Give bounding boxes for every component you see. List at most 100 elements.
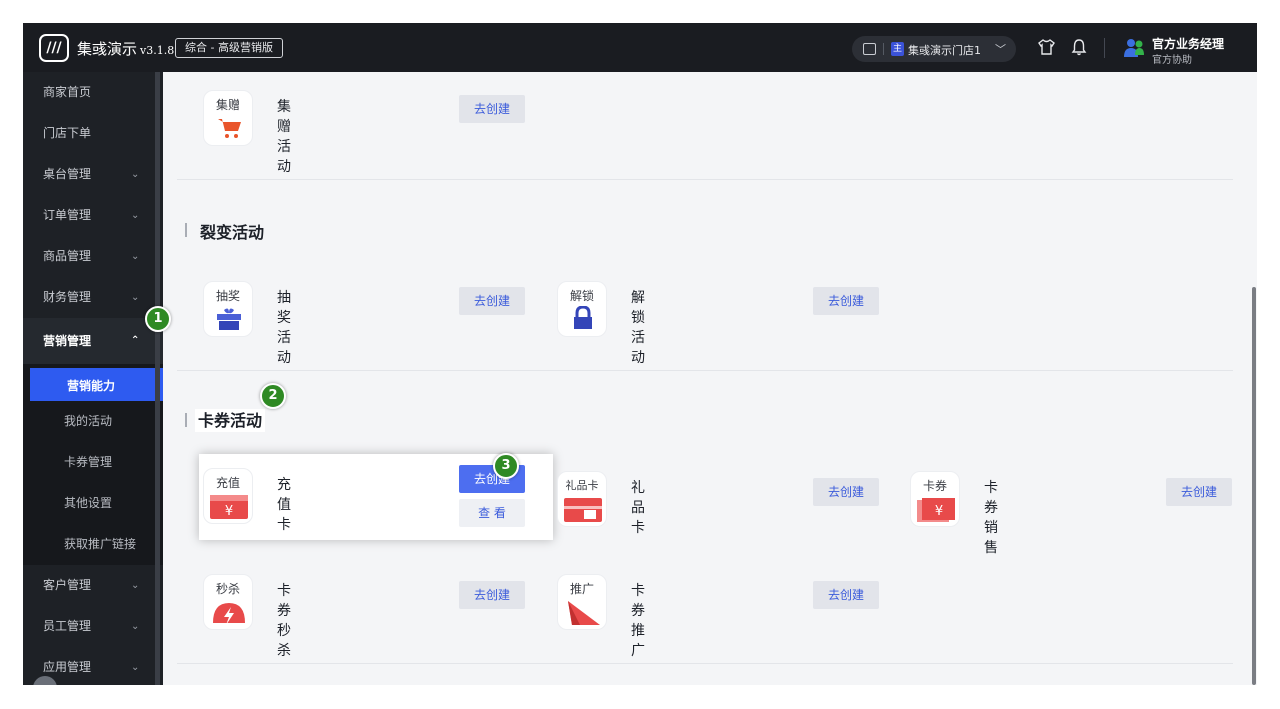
divider (177, 663, 1233, 664)
lightning-icon (213, 603, 245, 625)
sidebar-item-home[interactable]: 商家首页 (23, 72, 163, 113)
sidebar-item-label: 营销管理 (43, 334, 92, 348)
icon-label: 礼品卡 (565, 479, 599, 492)
store-name: 集彧演示门店1 (908, 44, 981, 57)
chevron-down-icon: ⌄ (131, 169, 140, 180)
card-name: 抽奖活动 (277, 290, 291, 366)
chevron-down-icon: ⌄ (131, 621, 140, 632)
main-scrollbar[interactable] (1252, 287, 1256, 685)
icon-label: 抽奖 (215, 289, 240, 303)
icon-label: 卡券 (922, 479, 947, 493)
sidebar-sub-label: 获取推广链接 (64, 537, 137, 551)
sidebar-item-label: 财务管理 (43, 290, 92, 304)
sidebar-item-tables[interactable]: 桌台管理 ⌄ (23, 154, 163, 195)
ticket-icon: ¥ (917, 498, 955, 522)
section-title-coupon: 卡券活动 (185, 407, 266, 432)
sidebar-sub-other-settings[interactable]: 其他设置 (23, 483, 163, 524)
divider (177, 179, 1233, 180)
card-name: 礼品卡 (631, 480, 645, 536)
store-icon (863, 43, 876, 55)
sidebar-sub-promo-link[interactable]: 获取推广链接 (23, 524, 163, 565)
gift-collect-icon: 集赠 (203, 90, 253, 146)
icon-label: 充值 (215, 476, 240, 490)
sidebar-item-label: 商家首页 (43, 85, 92, 99)
sidebar-scrollbar[interactable] (155, 72, 160, 685)
unlock-icon: 解锁 (557, 281, 607, 337)
step-marker-2: 2 (260, 383, 286, 409)
flash-sale-icon: 秒杀 (203, 574, 253, 630)
version-label: v3.1.8 (140, 44, 175, 57)
sidebar-item-label: 商品管理 (43, 249, 92, 263)
sidebar-item-finance[interactable]: 财务管理 ⌄ (23, 277, 163, 318)
chevron-down-icon: ⌄ (131, 662, 140, 673)
view-button[interactable]: 查 看 (459, 499, 525, 527)
user-name[interactable]: 官方业务经理 (1152, 35, 1224, 52)
plan-badge[interactable]: 综合 - 高级营销版 (175, 38, 283, 58)
icon-label: 集赠 (215, 98, 240, 112)
cart-icon (218, 119, 241, 138)
chevron-down-icon: ⌄ (131, 210, 140, 221)
icon-label: 秒杀 (215, 582, 240, 596)
create-button[interactable]: 去创建 (1166, 478, 1232, 506)
promo-icon: 推广 (557, 574, 607, 630)
chevron-down-icon: ﹀ (995, 43, 1006, 56)
store-divider (883, 43, 884, 55)
chevron-up-icon: ⌃ (131, 335, 140, 346)
create-button[interactable]: 去创建 (459, 287, 525, 315)
sidebar-item-label: 员工管理 (43, 619, 92, 633)
section-title-text: 卡券活动 (195, 409, 266, 432)
sidebar-item-label: 客户管理 (43, 578, 92, 592)
sidebar: 商家首页 门店下单 桌台管理 ⌄ 订单管理 ⌄ 商品管理 ⌄ 财务管理 ⌄ 营销管理 ⌃ … (23, 72, 163, 685)
svg-text:¥: ¥ (935, 504, 943, 519)
topbar-divider (1104, 38, 1105, 58)
divider (177, 370, 1233, 371)
sidebar-sub-coupon-manage[interactable]: 卡券管理 (23, 442, 163, 483)
sidebar-item-customers[interactable]: 客户管理 ⌄ (23, 565, 163, 606)
sidebar-item-products[interactable]: 商品管理 ⌄ (23, 236, 163, 277)
card-gift-icon (564, 498, 602, 522)
main-content: 集赠 集赠活动 去创建 裂变活动 抽奖 抽奖活动 去创建 解锁 解锁活动 去创建… (163, 72, 1257, 685)
brand-title: 集彧演示 (77, 40, 138, 58)
sidebar-sub-label: 卡券管理 (64, 455, 113, 469)
icon-label: 推广 (569, 582, 594, 596)
sidebar-item-label: 门店下单 (43, 126, 92, 140)
sidebar-item-staff[interactable]: 员工管理 ⌄ (23, 606, 163, 647)
brand-logo-icon: /// (39, 34, 69, 62)
top-bar: /// 集彧演示 v3.1.8 综合 - 高级营销版 主 集彧演示门店1 ﹀ 官方… (23, 23, 1257, 72)
card-name: 卡券秒杀 (277, 583, 291, 659)
create-button[interactable]: 去创建 (459, 581, 525, 609)
app-window: /// 集彧演示 v3.1.8 综合 - 高级营销版 主 集彧演示门店1 ﹀ 官方… (23, 23, 1257, 685)
sidebar-item-store-order[interactable]: 门店下单 (23, 113, 163, 154)
section-title-text: 裂变活动 (200, 223, 265, 242)
chevron-down-icon: ⌄ (131, 580, 140, 591)
coupon-sales-icon: 卡券 ¥ (910, 471, 960, 527)
shirt-icon[interactable] (1038, 39, 1055, 55)
card-name: 解锁活动 (631, 290, 645, 366)
user-group-icon (1124, 39, 1144, 57)
sidebar-item-label: 应用管理 (43, 660, 92, 674)
icon-label: 解锁 (569, 289, 594, 303)
recharge-card-icon: ¥ (210, 495, 248, 519)
recharge-icon: 充值 ¥ (203, 468, 253, 524)
sidebar-sub-marketing-ability[interactable]: 营销能力 (30, 368, 163, 404)
sidebar-item-marketing[interactable]: 营销管理 ⌃ (23, 318, 163, 364)
store-main-tag: 主 (891, 42, 904, 56)
paper-plane-icon (568, 601, 600, 625)
step-marker-3: 3 (493, 453, 519, 479)
step-marker-1: 1 (145, 306, 171, 332)
section-title-fission: 裂变活动 (185, 219, 264, 243)
sidebar-item-orders[interactable]: 订单管理 ⌄ (23, 195, 163, 236)
create-button[interactable]: 去创建 (813, 287, 879, 315)
card-name: 充值卡 (277, 477, 291, 533)
title-bar (185, 223, 187, 237)
sidebar-sub-my-activities[interactable]: 我的活动 (23, 401, 163, 442)
bell-icon[interactable] (1071, 38, 1087, 56)
svg-text:¥: ¥ (225, 504, 233, 519)
lottery-icon: 抽奖 (203, 281, 253, 337)
store-selector[interactable]: 主 集彧演示门店1 ﹀ (852, 36, 1016, 62)
card-name: 集赠活动 (277, 99, 291, 175)
create-button[interactable]: 去创建 (813, 478, 879, 506)
title-bar (185, 413, 187, 427)
create-button[interactable]: 去创建 (813, 581, 879, 609)
create-button[interactable]: 去创建 (459, 95, 525, 123)
